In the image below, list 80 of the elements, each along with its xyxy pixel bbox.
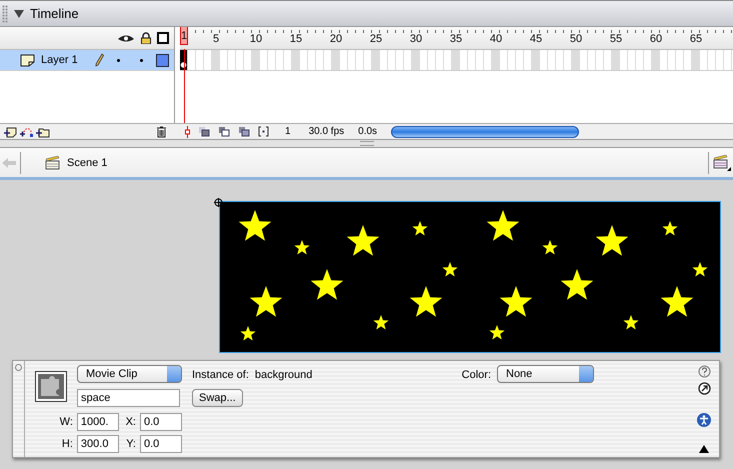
accessibility-icon[interactable] — [697, 413, 711, 427]
dimension-field[interactable]: 1000. — [76, 413, 119, 431]
symbol-name: background — [254, 369, 312, 381]
symbol-type-dropdown[interactable]: Movie Clip — [77, 365, 182, 383]
field-label: H: — [60, 438, 73, 450]
frame-cell[interactable] — [652, 50, 660, 70]
add-folder-icon[interactable] — [36, 126, 50, 138]
outline-square-icon[interactable] — [157, 32, 169, 44]
frame-number: 35 — [450, 33, 462, 45]
scrollbar-thumb[interactable] — [391, 126, 580, 138]
outline-color-swatch[interactable] — [156, 54, 169, 66]
help-icon[interactable] — [698, 365, 710, 378]
back-arrow-icon[interactable] — [2, 158, 16, 168]
arrow-circle-icon[interactable] — [698, 382, 710, 395]
frame-cell[interactable] — [572, 50, 580, 70]
panel-title: Timeline — [30, 6, 79, 21]
frame-cell[interactable] — [252, 50, 260, 70]
layer-name: Layer 1 — [41, 54, 79, 66]
add-layer-icon[interactable] — [4, 126, 18, 138]
frame-number: 15 — [290, 33, 302, 45]
frame-number: 45 — [530, 33, 542, 45]
dimension-field[interactable]: 300.0 — [76, 435, 119, 453]
instance-of-label: Instance of: — [192, 369, 249, 381]
registration-point-icon — [214, 198, 223, 207]
color-label: Color: — [462, 369, 491, 381]
layer-row[interactable]: Layer 1 — [0, 50, 174, 71]
frame-ruler[interactable]: 1 5 10 15 20 25 30 35 40 45 50 55 60 65 — [180, 27, 733, 50]
frame-cell[interactable] — [452, 50, 460, 70]
frame-number: 30 — [410, 33, 422, 45]
frame-number: 50 — [570, 33, 582, 45]
playhead-marker[interactable]: 1 — [180, 27, 188, 45]
frame-cell[interactable] — [492, 50, 500, 70]
frame-number: 60 — [650, 33, 662, 45]
eye-icon[interactable] — [117, 34, 135, 42]
frame-cell[interactable] — [212, 50, 220, 70]
lock-dot[interactable] — [140, 58, 143, 62]
frame-number: 10 — [250, 33, 262, 45]
frame-cell[interactable] — [412, 50, 420, 70]
field-label: Y: — [125, 438, 136, 450]
edit-multiple-frames-icon[interactable] — [238, 126, 250, 137]
clapperboard-icon — [45, 156, 61, 170]
frame-number: 25 — [370, 33, 382, 45]
frame-cell[interactable] — [692, 50, 700, 70]
frame-cell[interactable] — [612, 50, 620, 70]
elapsed-time: 0.0s — [358, 126, 378, 137]
instance-name-field[interactable]: space — [77, 389, 180, 407]
dimension-field[interactable]: 0.0 — [140, 435, 182, 453]
frame-track[interactable] — [180, 50, 733, 71]
frame-cell[interactable] — [532, 50, 540, 70]
frame-number: 65 — [690, 33, 702, 45]
layer-icon — [20, 54, 35, 66]
frame-cell[interactable] — [332, 50, 340, 70]
visibility-dot[interactable] — [117, 58, 120, 62]
current-frame: 1 — [285, 126, 291, 137]
scene-name[interactable]: Scene 1 — [67, 156, 108, 168]
frame-number: 20 — [330, 33, 342, 45]
frame-number: 55 — [610, 33, 622, 45]
frame-cell[interactable] — [292, 50, 300, 70]
pencil-icon — [95, 53, 104, 67]
swap-button[interactable]: Swap... — [192, 389, 243, 407]
field-label: X: — [124, 416, 136, 428]
color-dropdown[interactable]: None — [497, 365, 594, 383]
trash-icon[interactable] — [156, 126, 167, 138]
frame-number: 5 — [212, 33, 220, 45]
clapperboard-menu-icon[interactable] — [713, 154, 731, 170]
field-label: W: — [58, 416, 73, 428]
frame-number: 40 — [490, 33, 502, 45]
frame-rate: 30.0 fps — [308, 126, 344, 137]
frame-cell[interactable] — [372, 50, 380, 70]
onion-markers-icon[interactable] — [258, 126, 269, 137]
onion-skin-icon[interactable] — [198, 126, 210, 137]
onion-outlines-icon[interactable] — [218, 126, 230, 137]
add-guide-layer-icon[interactable] — [20, 126, 34, 138]
collapse-triangle-icon[interactable] — [14, 9, 24, 18]
collapse-triangle-icon[interactable] — [699, 445, 709, 453]
puzzle-piece-icon — [35, 371, 67, 402]
dimension-field[interactable]: 0.0 — [140, 413, 182, 431]
panel-grip-icon[interactable] — [15, 364, 22, 371]
lock-icon[interactable] — [141, 32, 151, 44]
center-frame-icon[interactable] — [185, 126, 190, 138]
